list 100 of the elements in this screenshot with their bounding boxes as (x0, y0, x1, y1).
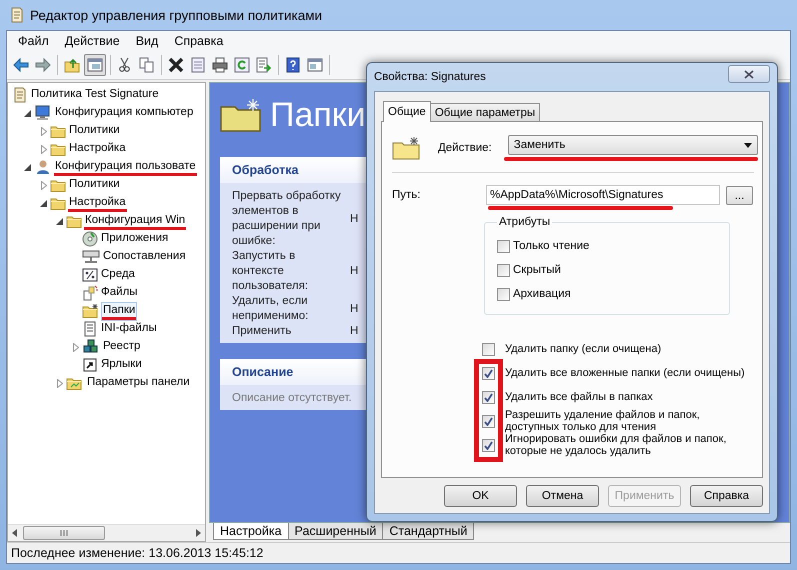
back-arrow-icon (13, 57, 29, 73)
checkbox-label: Удалить все файлы в папках (505, 391, 654, 403)
checkbox[interactable] (482, 366, 495, 380)
scroll-right-icon (196, 529, 201, 537)
browse-button[interactable]: ... (726, 186, 753, 205)
dialog-button[interactable]: OK (444, 485, 517, 507)
menu-item[interactable]: Файл (11, 33, 56, 49)
tree-item[interactable]: Конфигурация компьютер (54, 104, 194, 122)
path-field[interactable]: %AppData%\Microsoft\Signatures (486, 185, 720, 205)
tree-item[interactable]: Приложения (100, 230, 170, 248)
export-list-icon (256, 57, 272, 73)
copy-icon (139, 57, 155, 73)
console-tree-button[interactable] (84, 54, 106, 76)
user-icon (34, 159, 52, 175)
disc-icon (82, 231, 98, 247)
checkmark-icon (484, 440, 493, 450)
refresh-icon (234, 57, 250, 73)
action-dropdown[interactable]: Заменить (508, 135, 758, 155)
properties-icon (190, 57, 206, 73)
folder-icon (392, 136, 422, 160)
folder-up-icon (64, 57, 80, 73)
refresh-button[interactable] (232, 55, 252, 75)
tree-item[interactable]: Реестр (102, 338, 142, 356)
checkbox-label: Игнорировать ошибки для файлов и папок, которые не удалось удалить (505, 433, 728, 457)
pane-icon (307, 57, 323, 73)
tab[interactable]: Настройка (213, 523, 289, 540)
help-icon (285, 57, 301, 73)
computer-icon (34, 105, 52, 121)
files-icon (82, 285, 98, 301)
checkbox[interactable] (497, 288, 510, 300)
group-title: Атрибуты (498, 216, 552, 228)
property-label: Прервать обработку элементов в расширении при ошибке: (232, 189, 342, 249)
document-icon (10, 7, 24, 23)
menu-item[interactable]: Справка (167, 33, 230, 49)
tab[interactable]: Общие (383, 101, 431, 122)
window-title: Редактор управления групповыми политиками (30, 8, 322, 22)
checkbox-label: Удалить папку (если очищена) (505, 343, 662, 355)
close-button[interactable] (728, 65, 770, 83)
property-value: Н (350, 302, 358, 316)
export-list-button[interactable] (254, 55, 274, 75)
close-icon (744, 70, 754, 78)
grip-icon (60, 530, 68, 536)
folder-icon (82, 303, 100, 319)
tree-item[interactable]: Политики (68, 176, 121, 194)
checkbox-label: Архивация (513, 288, 571, 300)
folder-icon (220, 98, 262, 132)
tab[interactable]: Общие параметры (430, 103, 540, 121)
tree-item[interactable]: Параметры панели (86, 374, 191, 392)
dialog-button[interactable]: Отмена (526, 485, 599, 507)
property-value: Н (350, 264, 358, 279)
tree-item[interactable]: Ярлыки (100, 356, 143, 374)
tree-item[interactable]: Папки (102, 302, 136, 320)
tree-item[interactable]: Политика Test Signature (30, 86, 160, 104)
tree-item[interactable]: Политики (68, 122, 121, 140)
checkbox-label: Только чтение (513, 240, 590, 252)
description-text: Описание отсутствует. (232, 392, 352, 404)
tree-item[interactable]: Сопоставления (102, 248, 187, 266)
tab[interactable]: Стандартный (382, 523, 474, 540)
delete-x-button[interactable] (166, 55, 186, 75)
printer-button[interactable] (210, 55, 230, 75)
dialog-button[interactable]: Справка (690, 485, 763, 507)
forward-arrow-icon (35, 57, 51, 73)
console-tree-icon (87, 57, 103, 73)
document-icon (12, 87, 28, 103)
horizontal-scrollbar[interactable] (8, 524, 205, 541)
property-label: Применить (232, 324, 292, 339)
checkbox[interactable] (497, 240, 510, 252)
tab[interactable]: Расширенный (288, 523, 384, 540)
path-label: Путь: (392, 188, 422, 201)
tree-item[interactable]: Конфигурация пользовате (54, 158, 197, 176)
checkmark-icon (484, 416, 493, 426)
checkbox-label: Скрытый (513, 264, 561, 276)
menu-item[interactable]: Вид (128, 33, 166, 49)
action-label: Действие: (438, 142, 492, 154)
forward-arrow-button[interactable] (33, 55, 53, 75)
details-heading: Папки (270, 96, 366, 134)
back-arrow-button[interactable] (11, 55, 31, 75)
tree-item[interactable]: INI-файлы (100, 320, 158, 338)
checkbox[interactable] (482, 390, 495, 404)
checkbox[interactable] (482, 438, 495, 452)
checkbox[interactable] (482, 342, 495, 356)
text-file-icon (82, 321, 98, 337)
tree-item[interactable]: Настройка (68, 140, 127, 158)
checkbox-label: Разрешить удаление файлов и папок, доступных только для чтения (505, 409, 701, 433)
status-text: Последнее изменение: 13.06.2013 15:45:12 (11, 546, 264, 560)
tree-item[interactable]: Конфигурация Win (84, 212, 186, 230)
delete-x-icon (168, 57, 184, 73)
tree-item[interactable]: Настройка (68, 194, 127, 212)
printer-icon (212, 57, 228, 73)
menu-item[interactable]: Действие (58, 33, 127, 49)
property-value: Н (350, 212, 358, 226)
tree-item[interactable]: Файлы (100, 284, 139, 302)
percent-icon (82, 267, 98, 283)
cubes-icon (82, 339, 100, 355)
checkbox[interactable] (482, 414, 495, 428)
checkbox[interactable] (497, 264, 510, 276)
tree-item[interactable]: Среда (100, 266, 136, 284)
checkmark-icon (484, 392, 493, 402)
checkmark-icon (484, 368, 493, 378)
dialog-title: Свойства: Signatures (374, 71, 486, 83)
